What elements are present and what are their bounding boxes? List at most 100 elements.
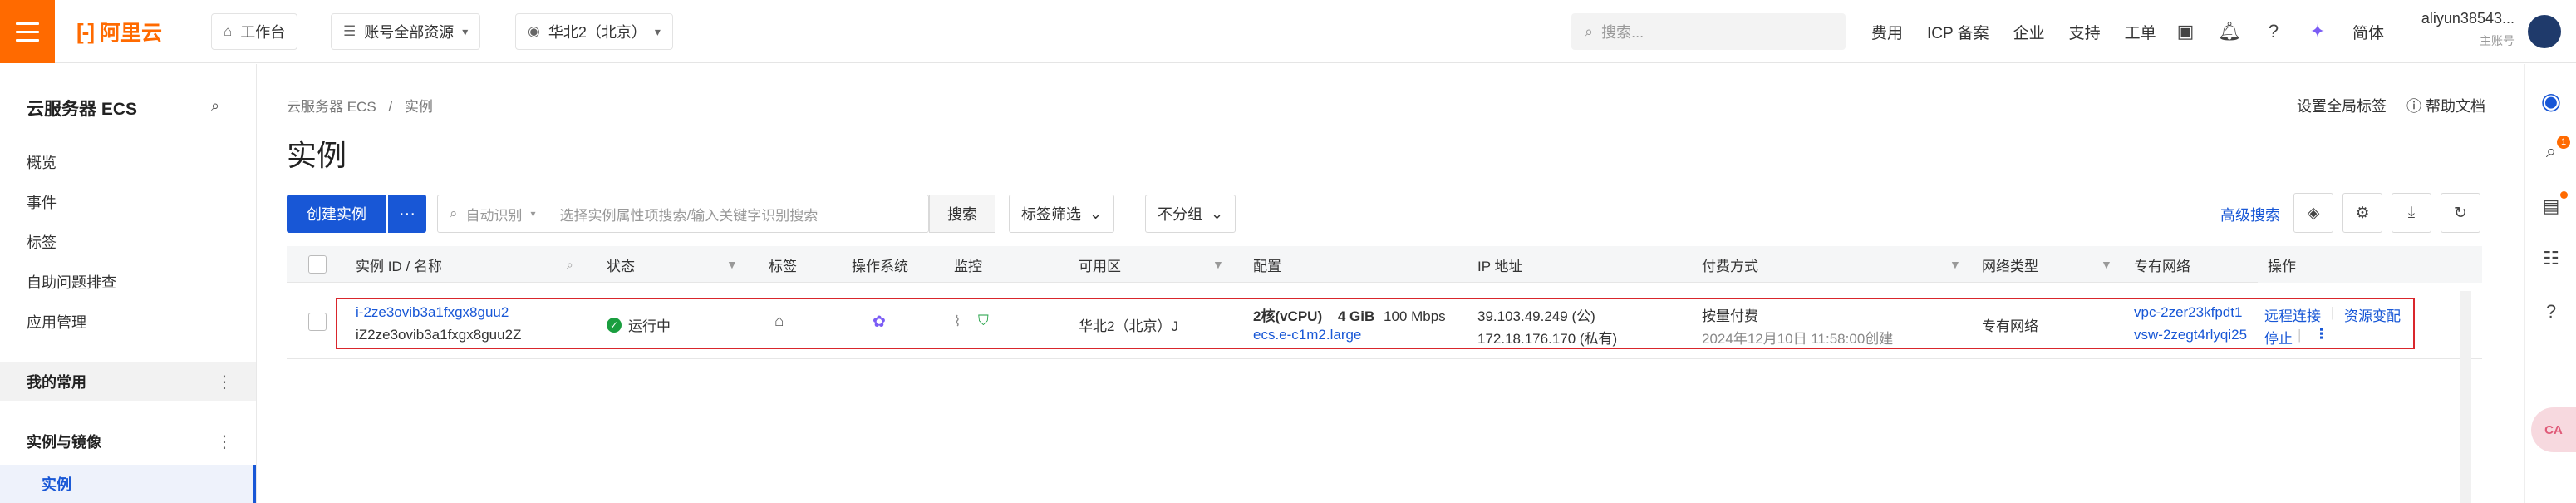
sidebar-group-favorites[interactable]: 我的常用 ⋮ — [0, 362, 256, 401]
select-all-checkbox[interactable] — [308, 255, 327, 274]
tag-filter-select[interactable]: 标签筛选 ⌄ — [1009, 195, 1115, 233]
link-billing[interactable]: 费用 — [1871, 21, 1903, 43]
terminal-icon[interactable]: ▣ — [2172, 18, 2199, 45]
zone-text: 华北2（北京）J — [1079, 318, 1178, 334]
help-icon[interactable]: ? — [2260, 18, 2287, 45]
instance-name: iZ2ze3ovib3a1fxgx8guu2Z — [356, 327, 522, 343]
security-shield-icon[interactable]: ⛉ — [978, 313, 989, 329]
instance-id-link[interactable]: i-2ze3ovib3a1fxgx8guu2 — [356, 304, 509, 321]
filter-icon[interactable]: ▼ — [1949, 258, 1961, 271]
stack-icon: ☰ — [343, 23, 356, 39]
more-icon[interactable]: ⋮ — [216, 372, 233, 392]
vswitch-link[interactable]: vsw-2zegt4rlyqi25 — [2134, 327, 2249, 343]
filter-icon[interactable]: ▼ — [2101, 258, 2112, 271]
logo-text: 阿里云 — [99, 22, 162, 45]
unread-dot — [2560, 191, 2568, 199]
filter-icon[interactable]: ▼ — [726, 258, 738, 271]
col-label: 标签 — [769, 258, 797, 274]
filter-icon[interactable]: ▼ — [1212, 258, 1224, 271]
more-icon[interactable]: ⋮ — [216, 431, 233, 452]
aliyun-logo[interactable]: [-] 阿里云 — [76, 18, 162, 46]
region-select[interactable]: ◉ 华北2（北京） ▾ — [515, 13, 673, 50]
gear-icon[interactable]: ⚙ — [2342, 193, 2382, 233]
monitor-chart-icon[interactable]: ⌇ — [954, 313, 961, 330]
ai-assistant-icon[interactable]: ✦ — [2304, 18, 2331, 45]
link-enterprise[interactable]: 企业 — [2013, 21, 2045, 43]
created-time: 2024年12月10日 11:58:00创建 — [1702, 331, 1894, 347]
create-instance-button[interactable]: 创建实例 — [287, 195, 386, 233]
link-support[interactable]: 支持 — [2069, 21, 2101, 43]
search-icon[interactable]: ⌕ — [211, 97, 219, 115]
set-global-tags-link[interactable]: 设置全局标签 — [2297, 95, 2387, 116]
search-icon[interactable]: ⌕ — [567, 258, 573, 272]
advanced-search-link[interactable]: 高级搜索 — [2220, 204, 2280, 225]
vpc-link[interactable]: vpc-2zer23kfpdt1 — [2134, 304, 2249, 321]
layers-icon[interactable]: ◈ — [2293, 193, 2333, 233]
col-label: 监控 — [954, 258, 982, 274]
tag-icon[interactable]: ⌂ — [774, 313, 784, 331]
col-label: 可用区 — [1079, 258, 1121, 274]
help-docs-link[interactable]: ⓘ 帮助文档 — [2406, 95, 2485, 116]
tag-filter-label: 标签筛选 — [1021, 206, 1081, 223]
col-label: 实例 ID / 名称 — [356, 258, 442, 274]
sidebar-item-tags[interactable]: 标签 — [27, 231, 57, 253]
row-checkbox[interactable] — [308, 313, 327, 331]
language-switch[interactable]: 简体 — [2352, 18, 2385, 45]
public-ip: 39.103.49.249 (公) — [1477, 308, 1595, 324]
workbench-button[interactable]: ⌂ 工作台 — [211, 13, 298, 50]
download-icon[interactable]: ⤓ — [2392, 193, 2431, 233]
col-tags: 标签 — [769, 246, 797, 283]
col-vpc: 专有网络 — [2134, 246, 2190, 283]
instance-type-link[interactable]: ecs.e-c1m2.large — [1253, 327, 1361, 343]
global-search-input[interactable]: ⌕ 搜索... — [1571, 13, 1846, 50]
top-links: 费用 ICP 备案 企业 支持 工单 — [1871, 0, 2180, 63]
bell-icon[interactable]: 🔔︎ — [2216, 18, 2243, 45]
breadcrumb-current: 实例 — [404, 99, 433, 115]
stop-link[interactable]: 停止 — [2264, 327, 2293, 348]
search-mode-select[interactable]: 自动识别 — [466, 204, 523, 224]
help-icon[interactable]: ? — [2525, 301, 2576, 323]
assistant-robot-icon[interactable]: ◉ — [2525, 87, 2576, 115]
group-by-label: 不分组 — [1158, 206, 1202, 223]
link-ticket[interactable]: 工单 — [2125, 21, 2156, 43]
breadcrumb: 云服务器 ECS / 实例 — [287, 95, 433, 116]
status-text: 运行中 — [628, 318, 671, 334]
chevron-down-icon: ▾ — [462, 24, 469, 38]
menu-icon[interactable] — [0, 0, 55, 63]
chat-bot-button[interactable]: CA — [2531, 407, 2576, 452]
config-bandwidth: 100 Mbps — [1384, 308, 1446, 324]
chevron-down-icon: ⌄ — [1211, 205, 1224, 222]
avatar[interactable] — [2528, 15, 2561, 48]
sidebar-item-app-management[interactable]: 应用管理 — [27, 311, 86, 333]
col-billing: 付费方式 ▼ — [1702, 246, 1961, 283]
group-by-select[interactable]: 不分组 ⌄ — [1145, 195, 1236, 233]
sidebar-item-events[interactable]: 事件 — [27, 191, 57, 213]
refresh-icon[interactable]: ↻ — [2441, 193, 2480, 233]
region-label: 华北2（北京） — [548, 24, 646, 41]
more-actions-button[interactable]: ··· — [388, 195, 426, 233]
list-icon[interactable]: ☷ — [2525, 248, 2576, 269]
col-actions: 操作 — [2258, 246, 2482, 283]
more-actions-icon[interactable]: ⋮ — [2314, 326, 2328, 343]
user-account[interactable]: aliyun38543... 主账号 — [2415, 10, 2515, 49]
sidebar-group-instances[interactable]: 实例与镜像 ⋮ — [0, 422, 256, 461]
scrollbar[interactable] — [2460, 291, 2471, 503]
sidebar-item-troubleshoot[interactable]: 自助问题排查 — [27, 271, 116, 293]
search-button[interactable]: 搜索 — [929, 195, 995, 233]
instance-search-input[interactable]: ⌕ 自动识别 ▾ 选择实例属性项搜索/输入关键字识别搜索 — [437, 195, 929, 233]
chevron-down-icon: ⌄ — [1089, 205, 1103, 222]
sidebar-item-overview[interactable]: 概览 — [27, 151, 57, 173]
aliyun-logo-icon: [-] — [76, 18, 95, 44]
remote-connect-link[interactable]: 远程连接 — [2264, 304, 2321, 325]
resource-scope-select[interactable]: ☰ 账号全部资源 ▾ — [331, 13, 481, 50]
resize-link[interactable]: 资源变配 — [2344, 304, 2401, 325]
sidebar: 云服务器 ECS ⌕ 概览 事件 标签 自助问题排查 应用管理 我的常用 ⋮ 实… — [0, 64, 257, 503]
page-title: 实例 — [287, 138, 347, 172]
link-icp[interactable]: ICP 备案 — [1927, 21, 1989, 43]
breadcrumb-root[interactable]: 云服务器 ECS — [287, 99, 376, 115]
col-label: 操作系统 — [852, 258, 908, 274]
sidebar-item-instances[interactable]: 实例 — [0, 465, 256, 503]
location-icon: ◉ — [528, 23, 540, 39]
book-icon[interactable]: ▤ — [2525, 195, 2576, 217]
col-instance-id: 实例 ID / 名称 ⌕ — [356, 246, 573, 283]
